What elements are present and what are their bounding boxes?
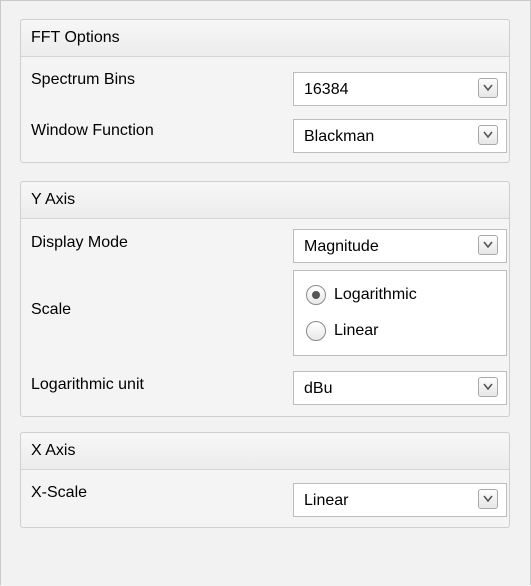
radio-icon[interactable] [306, 321, 326, 341]
scale-option-logarithmic-label: Logarithmic [334, 286, 417, 303]
x-axis-group: X Axis X-Scale Linear [20, 432, 510, 528]
y-axis-title: Y Axis [21, 182, 509, 219]
spectrum-bins-value: 16384 [304, 81, 349, 98]
fft-options-title: FFT Options [21, 20, 509, 57]
scale-option-linear-label: Linear [334, 322, 379, 339]
log-unit-value: dBu [304, 380, 333, 397]
display-mode-select[interactable]: Magnitude [293, 229, 507, 263]
window-function-label: Window Function [31, 122, 154, 139]
y-axis-group: Y Axis Display Mode Magnitude Scale Loga… [20, 181, 510, 417]
x-axis-title: X Axis [21, 433, 509, 470]
display-mode-value: Magnitude [304, 238, 379, 255]
scale-radio-group: Logarithmic Linear [293, 270, 507, 356]
x-scale-value: Linear [304, 492, 349, 509]
chevron-down-icon[interactable] [478, 489, 498, 509]
window-function-value: Blackman [304, 128, 375, 145]
chevron-down-icon[interactable] [478, 78, 498, 98]
log-unit-label: Logarithmic unit [31, 376, 144, 393]
spectrum-bins-label: Spectrum Bins [31, 71, 136, 88]
scale-label: Scale [31, 301, 72, 318]
display-mode-label: Display Mode [31, 234, 128, 251]
radio-icon[interactable] [306, 285, 326, 305]
chevron-down-icon[interactable] [478, 125, 498, 145]
chevron-down-icon[interactable] [478, 235, 498, 255]
spectrum-bins-select[interactable]: 16384 [293, 72, 507, 106]
fft-options-group: FFT Options Spectrum Bins 16384 Window F… [20, 19, 510, 163]
radio-selected-dot [312, 291, 320, 299]
log-unit-select[interactable]: dBu [293, 371, 507, 405]
x-scale-label: X-Scale [31, 484, 88, 501]
x-scale-select[interactable]: Linear [293, 483, 507, 517]
window-function-select[interactable]: Blackman [293, 119, 507, 153]
chevron-down-icon[interactable] [478, 377, 498, 397]
